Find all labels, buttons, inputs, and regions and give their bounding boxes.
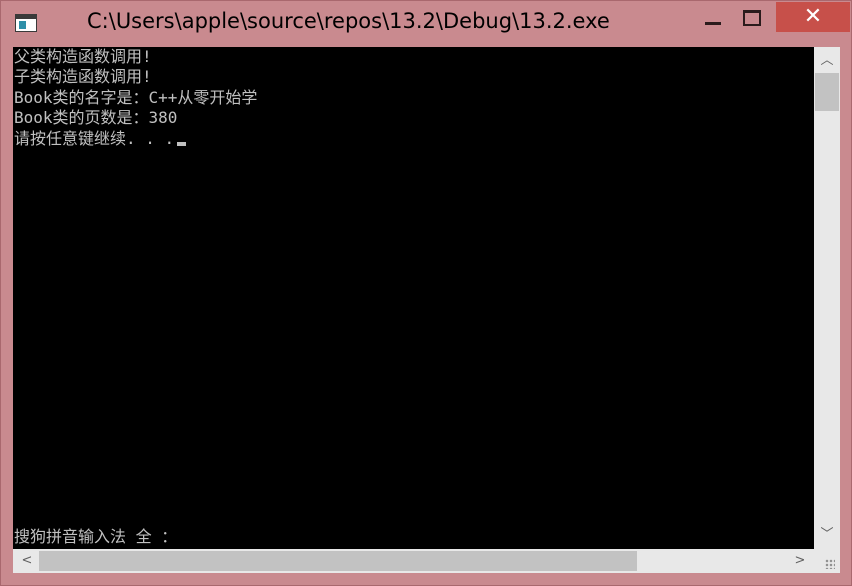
app-icon-bar — [16, 15, 36, 19]
console-prompt-text: 请按任意键继续. . . — [14, 129, 175, 148]
console-output[interactable]: 父类构造函数调用! 子类构造函数调用! Book类的名字是：C++从零开始学 B… — [13, 47, 814, 549]
vertical-scrollbar[interactable]: ︿ ﹀ — [814, 47, 840, 549]
console-line-3: Book类的名字是：C++从零开始学 — [14, 88, 258, 107]
scroll-right-icon[interactable]: > — [788, 549, 812, 573]
close-button[interactable]: ✕ — [776, 2, 850, 32]
scroll-left-icon[interactable]: < — [15, 549, 39, 573]
console-line-2: 子类构造函数调用! — [14, 67, 152, 86]
console-line-5: 请按任意键继续. . . — [14, 129, 187, 149]
window-title: C:\Users\apple\source\repos\13.2\Debug\1… — [87, 9, 610, 33]
text-cursor — [177, 142, 187, 146]
console-line-1: 父类构造函数调用! — [14, 47, 152, 66]
resize-corner[interactable] — [814, 549, 840, 573]
ime-status-bar[interactable]: 搜狗拼音输入法 全 ： — [14, 527, 177, 547]
app-icon-mark — [19, 21, 26, 29]
console-window: C:\Users\apple\source\repos\13.2\Debug\1… — [0, 0, 852, 586]
scroll-down-icon[interactable]: ﹀ — [814, 524, 840, 546]
minimize-button[interactable] — [691, 2, 737, 32]
horizontal-scrollbar[interactable]: < > — [13, 549, 814, 573]
close-icon: ✕ — [803, 4, 823, 29]
maximize-icon — [743, 10, 761, 26]
vertical-scroll-thumb[interactable] — [815, 73, 839, 111]
title-bar[interactable]: C:\Users\apple\source\repos\13.2\Debug\1… — [1, 1, 851, 47]
resize-grip-icon[interactable] — [825, 559, 835, 569]
console-app-icon[interactable] — [15, 14, 37, 32]
console-line-4: Book类的页数是：380 — [14, 108, 178, 127]
minimize-icon — [705, 22, 721, 25]
horizontal-scroll-thumb[interactable] — [39, 551, 637, 571]
scroll-up-icon[interactable]: ︿ — [814, 50, 840, 72]
